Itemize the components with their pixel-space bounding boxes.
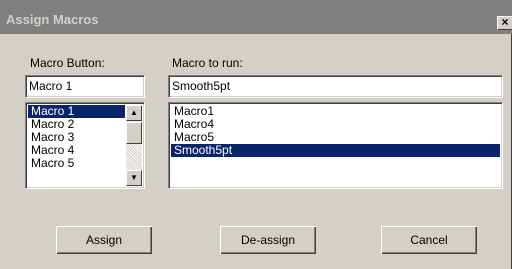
scroll-up-button[interactable]: ▲ — [126, 105, 142, 121]
scroll-down-button[interactable]: ▼ — [126, 170, 142, 186]
up-arrow-icon: ▲ — [130, 108, 138, 117]
cancel-button[interactable]: Cancel — [381, 226, 477, 254]
macro-button-list-items: Macro 1 Macro 2 Macro 3 Macro 4 Macro 5 — [28, 105, 125, 170]
macro-to-run-list[interactable]: Macro1 Macro4 Macro5 Smooth5pt — [168, 102, 503, 189]
scroll-thumb[interactable] — [126, 122, 142, 144]
deassign-button[interactable]: De-assign — [220, 226, 316, 254]
assign-macros-dialog: Assign Macros × Macro Button: Macro to r… — [0, 0, 512, 269]
macro-button-label: Macro Button: — [30, 56, 105, 70]
list-item[interactable]: Smooth5pt — [171, 144, 500, 157]
macro-button-list[interactable]: Macro 1 Macro 2 Macro 3 Macro 4 Macro 5 ▲ ▼ — [25, 102, 145, 189]
list-item[interactable]: Macro 5 — [28, 157, 125, 170]
list-item[interactable]: Macro4 — [171, 118, 500, 131]
list-item[interactable]: Macro1 — [171, 105, 500, 118]
window-title: Assign Macros — [6, 12, 99, 27]
macro-to-run-label: Macro to run: — [172, 56, 243, 70]
macro-to-run-list-items: Macro1 Macro4 Macro5 Smooth5pt — [171, 105, 500, 157]
down-arrow-icon: ▼ — [130, 173, 138, 182]
title-bar[interactable]: Assign Macros × — [0, 0, 512, 34]
close-button[interactable]: × — [497, 16, 512, 30]
macro-to-run-field[interactable]: Smooth5pt — [168, 75, 503, 98]
macro-button-field[interactable]: Macro 1 — [25, 75, 145, 98]
macro-button-scrollbar[interactable]: ▲ ▼ — [126, 105, 142, 186]
assign-button[interactable]: Assign — [56, 226, 152, 254]
